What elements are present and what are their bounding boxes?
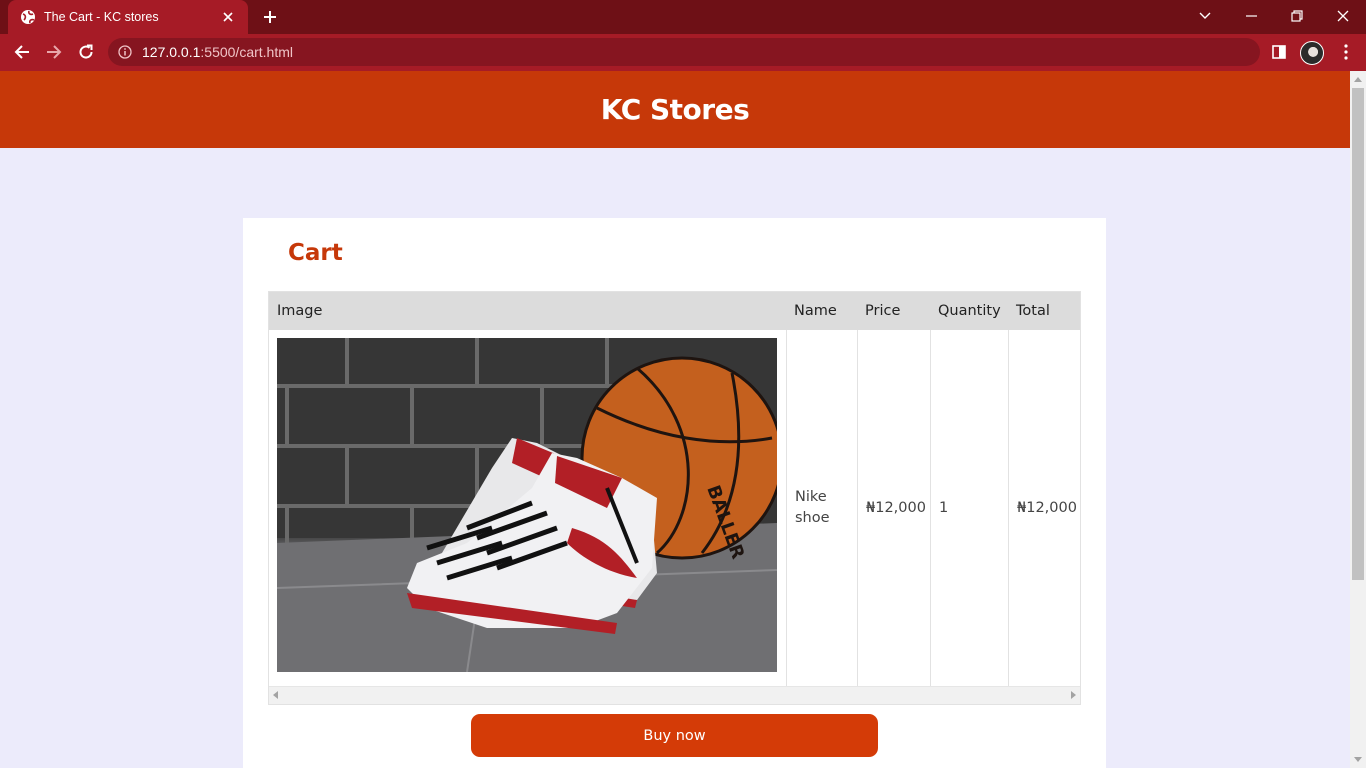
cell-total: ₦12,000 [1008,330,1080,686]
browser-tab-strip: The Cart - KC stores [0,0,1366,34]
column-header-total: Total [1016,303,1050,319]
scroll-left-icon[interactable] [273,691,278,699]
browser-tab[interactable]: The Cart - KC stores [8,0,248,34]
reload-icon[interactable] [71,38,101,66]
cart-card: Cart Image Name Price Quantity Total BAL… [243,218,1106,768]
site-title: KC Stores [600,93,750,126]
side-panel-icon[interactable] [1264,38,1294,66]
horizontal-scrollbar[interactable] [269,686,1080,704]
forward-icon[interactable] [39,38,69,66]
page-viewport: KC Stores Cart Image Name Price Quantity… [0,71,1350,768]
column-header-quantity: Quantity [938,303,1001,319]
cart-table[interactable]: Image Name Price Quantity Total BALLER N… [268,291,1081,705]
profile-avatar[interactable] [1300,41,1324,65]
site-info-icon[interactable] [108,45,142,59]
restore-icon[interactable] [1274,0,1320,32]
site-header: KC Stores [0,71,1350,148]
tab-search-icon[interactable] [1182,0,1228,32]
scroll-right-icon[interactable] [1071,691,1076,699]
back-icon[interactable] [7,38,37,66]
vertical-scrollbar[interactable] [1350,71,1366,768]
cell-quantity: 1 [930,330,1008,686]
cell-image: BALLER [269,330,786,686]
minimize-icon[interactable] [1228,0,1274,32]
globe-icon [20,9,36,25]
scrollbar-thumb[interactable] [1352,88,1364,580]
close-window-icon[interactable] [1320,0,1366,32]
close-tab-icon[interactable] [218,7,238,27]
url-host: 127.0.0.1 [142,44,201,60]
table-header: Image Name Price Quantity Total [269,292,1080,330]
menu-icon[interactable] [1331,38,1361,66]
cart-heading: Cart [288,240,343,266]
table-row: BALLER Nike shoe ₦12,000 1 ₦12,000 [269,330,1080,686]
column-header-price: Price [865,303,901,319]
cell-price: ₦12,000 [857,330,930,686]
url-path: :5500/cart.html [200,44,293,60]
buy-now-button[interactable]: Buy now [471,714,878,757]
address-bar[interactable]: 127.0.0.1:5500/cart.html [108,38,1260,66]
new-tab-button[interactable] [258,6,282,28]
column-header-image: Image [277,303,323,319]
tab-title: The Cart - KC stores [44,10,159,24]
scroll-up-icon[interactable] [1354,77,1362,82]
url-text: 127.0.0.1:5500/cart.html [142,44,293,60]
column-header-name: Name [794,303,837,319]
product-image: BALLER [277,338,777,672]
cell-name: Nike shoe [786,330,857,686]
scroll-down-icon[interactable] [1354,757,1362,762]
